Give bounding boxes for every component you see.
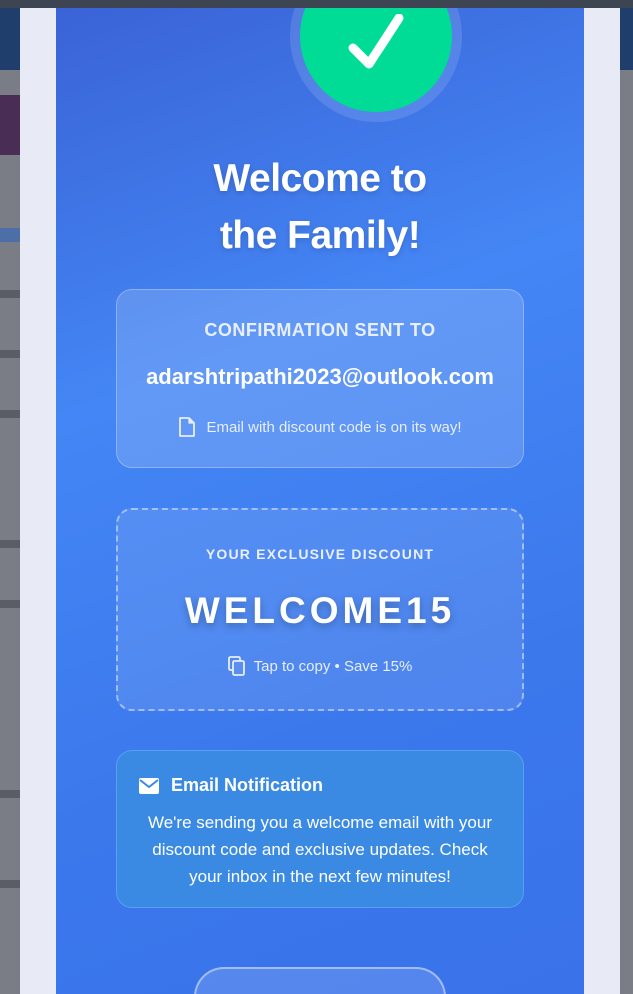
background-text-line xyxy=(0,350,20,358)
email-notification-panel: Email Notification We're sending you a w… xyxy=(116,750,524,908)
background-text-line xyxy=(0,790,20,798)
discount-code-panel[interactable]: YOUR EXCLUSIVE DISCOUNT WELCOME15 Tap to… xyxy=(116,508,524,711)
modal-title: Welcome to the Family! xyxy=(213,157,427,257)
confirmation-note: Email with discount code is on its way! xyxy=(117,417,523,437)
background-text-line xyxy=(0,290,20,298)
background-text-line xyxy=(0,880,20,888)
confirmation-email: adarshtripathi2023@outlook.com xyxy=(146,364,494,389)
background-text-line xyxy=(0,600,20,608)
background-text-line xyxy=(0,540,20,548)
continue-button[interactable] xyxy=(194,967,446,994)
checkmark-icon xyxy=(348,14,404,69)
confirmation-note-text: Email with discount code is on its way! xyxy=(206,418,462,436)
confirmation-panel: CONFIRMATION SENT TO adarshtripathi2023@… xyxy=(116,289,524,468)
copy-icon xyxy=(227,656,245,676)
confirmation-label: CONFIRMATION SENT TO xyxy=(204,320,436,340)
document-icon xyxy=(179,417,196,437)
background-text-line xyxy=(0,410,20,418)
copy-hint[interactable]: Tap to copy • Save 15% xyxy=(118,656,522,676)
discount-label: YOUR EXCLUSIVE DISCOUNT xyxy=(205,546,435,562)
browser-top-bar xyxy=(0,0,633,8)
notification-header: Email Notification xyxy=(139,775,323,796)
discount-code[interactable]: WELCOME15 xyxy=(118,590,522,632)
copy-hint-text: Tap to copy • Save 15% xyxy=(253,657,413,675)
notification-title: Email Notification xyxy=(171,775,324,795)
notification-body: We're sending you a welcome email with y… xyxy=(147,813,493,886)
background-banner xyxy=(0,95,20,155)
background-link xyxy=(0,228,20,242)
envelope-icon xyxy=(139,777,159,794)
